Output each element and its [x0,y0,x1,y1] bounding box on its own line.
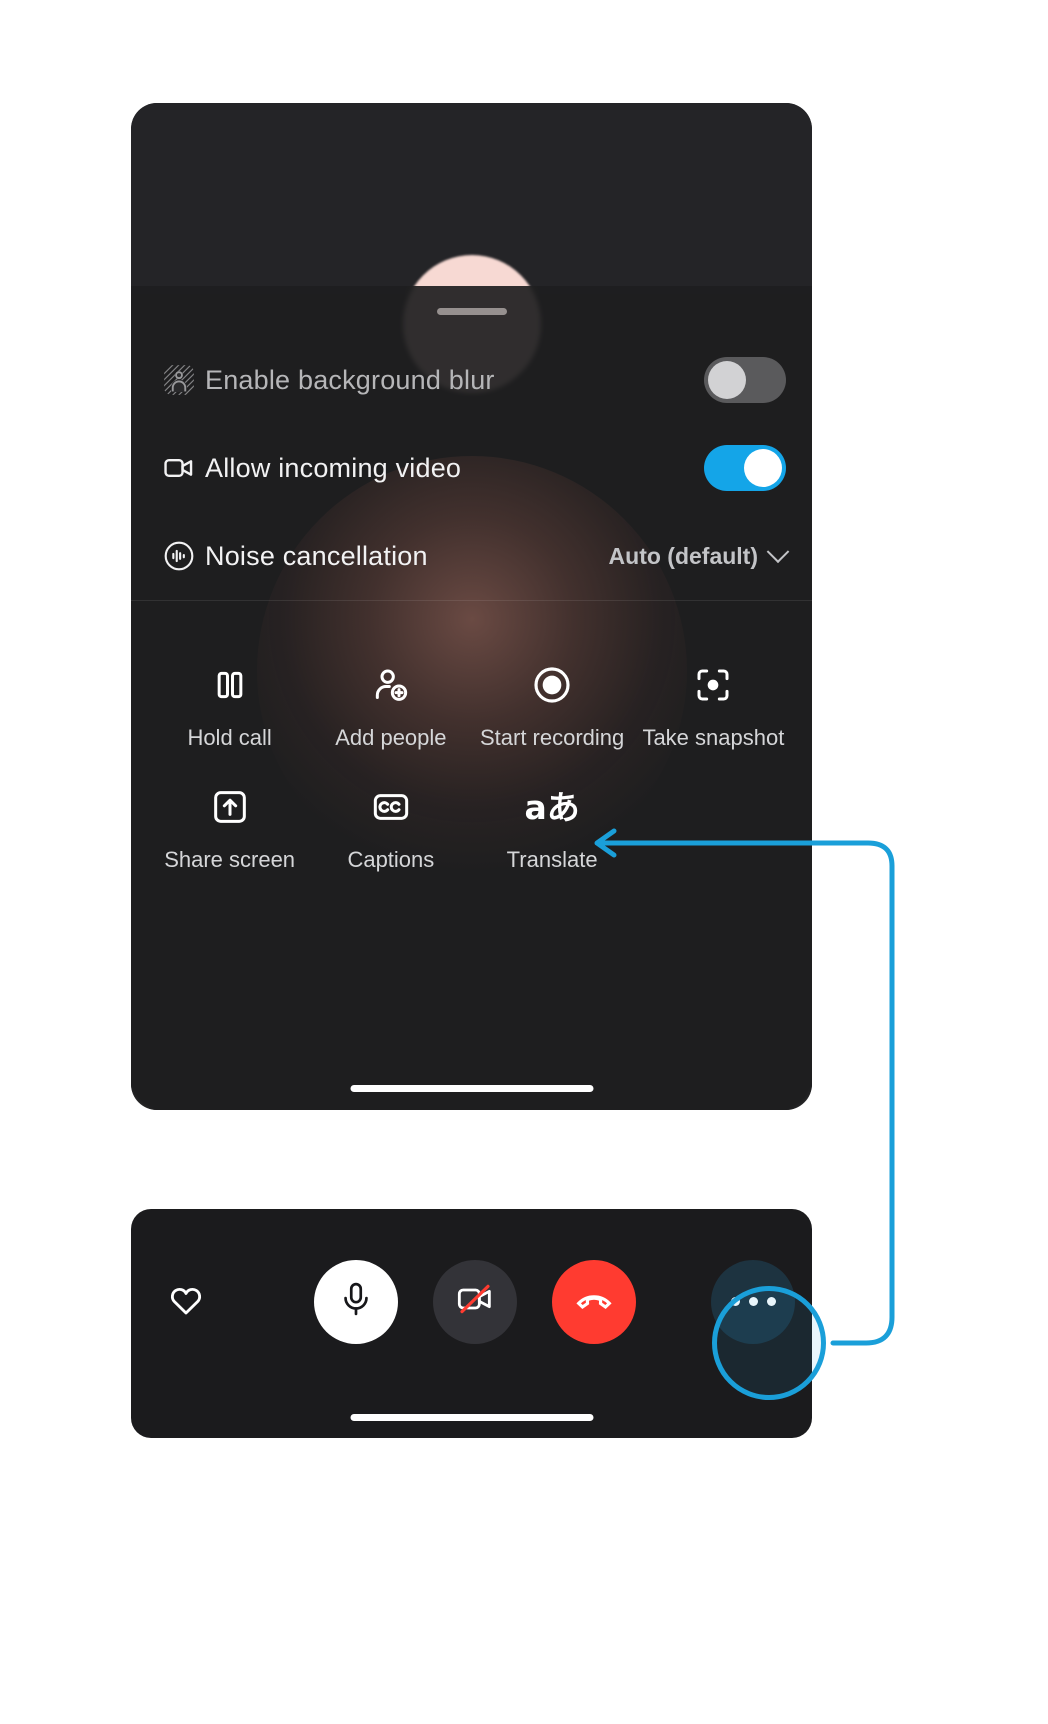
action-share-screen[interactable]: Share screen [149,765,310,887]
bottom-sheet: Enable background blur Allow incoming vi… [131,286,812,1110]
call-control-bar [131,1209,812,1394]
record-icon [532,659,572,711]
background-blur-icon [153,363,205,397]
action-captions[interactable]: Captions [310,765,471,887]
more-horizontal-icon [730,1297,776,1306]
action-translate[interactable]: aあ Translate [472,765,633,887]
background-blur-toggle[interactable] [704,357,786,403]
add-person-icon [371,659,411,711]
pause-icon [210,659,250,711]
more-options-button[interactable] [711,1259,795,1344]
heart-icon [166,1279,206,1324]
setting-label: Noise cancellation [205,540,428,571]
closed-captions-icon [371,781,411,833]
camera-button[interactable] [433,1259,517,1344]
action-row-1: Hold call Add people Start recording Tak… [149,643,794,765]
action-row-2: Share screen Captions aあ Translate [149,765,794,887]
action-label: Captions [347,847,435,872]
toggle-knob [744,449,782,487]
snapshot-icon [693,659,733,711]
home-indicator [350,1085,593,1092]
action-add-people[interactable]: Add people [310,643,471,765]
microphone-button[interactable] [314,1259,398,1344]
sheet-grabber-handle[interactable] [436,308,507,315]
microphone-icon [337,1280,375,1323]
home-indicator [350,1414,593,1421]
translate-glyph: aあ [524,787,580,827]
noise-cancellation-icon [153,539,205,573]
setting-row-background-blur[interactable]: Enable background blur [131,336,812,424]
setting-row-noise-cancellation[interactable]: Noise cancellation Auto (default) [131,512,812,600]
end-call-button[interactable] [552,1259,636,1344]
setting-label: Allow incoming video [205,452,462,483]
action-take-snapshot[interactable]: Take snapshot [633,643,794,765]
phone-screen-call-controls [131,1209,812,1438]
action-start-recording[interactable]: Start recording [472,643,633,765]
action-empty-slot [633,765,794,887]
toggle-knob [708,361,746,399]
screenshot-stage: Enable background blur Allow incoming vi… [0,0,1048,1724]
reactions-button[interactable] [149,1265,223,1339]
noise-cancellation-dropdown[interactable]: Auto (default) [608,540,790,570]
action-grid: Hold call Add people Start recording Tak… [131,621,812,887]
chevron-down-icon [766,540,790,564]
action-label: Translate [506,847,598,872]
action-label: Hold call [187,725,272,750]
action-label: Share screen [164,847,296,872]
action-label: Start recording [479,725,625,750]
allow-incoming-video-toggle[interactable] [704,445,786,491]
action-label: Take snapshot [642,725,785,750]
settings-list: Enable background blur Allow incoming vi… [131,336,812,601]
video-camera-icon [153,451,205,485]
setting-row-allow-incoming-video[interactable]: Allow incoming video [131,424,812,512]
camera-off-icon [455,1279,495,1324]
setting-label: Enable background blur [205,364,495,395]
settings-divider [131,600,812,601]
phone-screen-settings-sheet: Enable background blur Allow incoming vi… [131,103,812,1110]
share-screen-icon [210,781,250,833]
action-label: Add people [335,725,447,750]
dropdown-value: Auto (default) [608,542,758,569]
end-call-icon [574,1279,614,1324]
translate-icon: aあ [524,781,579,833]
action-hold-call[interactable]: Hold call [149,643,310,765]
